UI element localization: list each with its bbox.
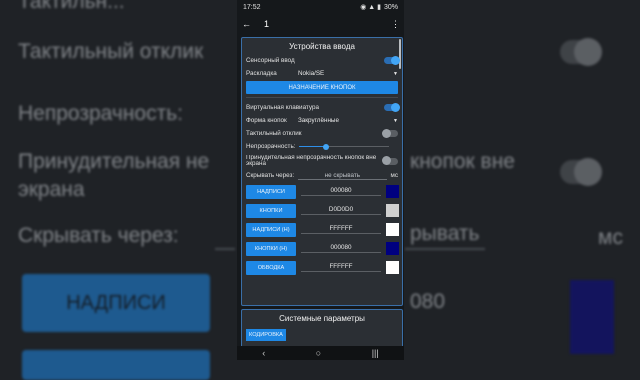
app-title: 1: [264, 19, 270, 29]
opacity-label: Непрозрачность:: [246, 143, 296, 150]
hide-input[interactable]: не скрывать: [298, 172, 387, 180]
color-list: НАДПИСИ 000080 КНОПКИ D0D0D0 НАДПИСИ (H)…: [242, 182, 402, 277]
assign-buttons-button[interactable]: НАЗНАЧЕНИЕ КНОПОК: [246, 81, 398, 94]
status-icons: ◉ ▲ ▮: [360, 4, 381, 11]
color-value-field[interactable]: FFFFFF: [301, 263, 381, 272]
nav-recents-icon[interactable]: |||: [372, 348, 379, 358]
dropdown-arrow-icon: ▼: [393, 70, 398, 77]
color-row: НАДПИСИ (H) FFFFFF: [242, 220, 402, 239]
opacity-slider[interactable]: [299, 143, 390, 150]
bg-hide-rest-text: рывать: [410, 222, 480, 245]
color-row: НАДПИСИ 000080: [242, 182, 402, 201]
system-panel-title: Системные параметры: [279, 314, 365, 323]
bg-toggle-2: [560, 158, 602, 186]
status-time: 17:52: [243, 3, 261, 11]
hide-unit: мс: [390, 172, 398, 179]
layout-row: Раскладка Nokia/SE ▼: [242, 67, 402, 80]
nav-bar: ‹ ○ |||: [237, 346, 404, 360]
color-swatch[interactable]: [386, 223, 399, 236]
slider-thumb[interactable]: [323, 143, 330, 150]
encoding-button[interactable]: КОДИРОВКА: [246, 329, 286, 341]
bg-tactile-text: Тактильный отклик: [18, 40, 204, 63]
phone-screen: 17:52 ◉ ▲ ▮ 30% ← 1 ⋮ Устройства ввода С…: [237, 0, 404, 360]
back-arrow-icon[interactable]: ←: [242, 19, 256, 29]
divider: [246, 97, 398, 98]
button-shape-row: Форма кнопок Закруглённые ▼: [242, 114, 402, 127]
bg-hide-text: Скрывать через:: [18, 224, 179, 247]
color-row: КНОПКИ D0D0D0: [242, 201, 402, 220]
dropdown-arrow-icon: ▼: [393, 117, 398, 124]
layout-select[interactable]: Nokia/SE ▼: [298, 70, 398, 77]
hide-label: Скрывать через:: [246, 172, 295, 179]
bg-forced-text: Принудительная не: [18, 150, 210, 173]
input-devices-panel: Устройства ввода Сенсорный ввод Раскладк…: [241, 37, 403, 306]
nav-home-icon[interactable]: ○: [316, 348, 321, 358]
status-bar: 17:52 ◉ ▲ ▮ 30%: [237, 0, 404, 14]
layout-value: Nokia/SE: [298, 70, 325, 77]
virtual-keyboard-row: Виртуальная клавиатура: [242, 101, 402, 114]
color-value-field[interactable]: FFFFFF: [301, 225, 381, 234]
bg-line-2: [405, 248, 485, 250]
bg-opacity-text: Непрозрачность:: [18, 102, 183, 125]
color-button[interactable]: КНОПКИ (H): [246, 241, 296, 256]
touch-input-row: Сенсорный ввод: [242, 54, 402, 67]
color-swatch[interactable]: [386, 204, 399, 217]
layout-label: Раскладка: [246, 70, 277, 77]
color-row: ОБВОДКА FFFFFF: [242, 258, 402, 277]
forced-opacity-label: Принудительная непрозрачность кнопок вне…: [246, 154, 377, 167]
virtual-keyboard-label: Виртуальная клавиатура: [246, 104, 319, 111]
bg-screen-text: экрана: [18, 178, 85, 201]
color-swatch[interactable]: [386, 242, 399, 255]
forced-opacity-toggle[interactable]: [382, 156, 398, 165]
bg-swatch: [570, 280, 614, 354]
touch-input-label: Сенсорный ввод: [246, 57, 295, 64]
opacity-row: Непрозрачность:: [242, 140, 402, 153]
bg-partial-text: Тактильн...: [18, 0, 125, 13]
color-button[interactable]: ОБВОДКА: [246, 260, 296, 275]
system-params-panel: Системные параметры КОДИРОВКА: [241, 309, 403, 351]
tactile-row: Тактильный отклик: [242, 127, 402, 140]
nav-back-icon[interactable]: ‹: [262, 348, 265, 358]
color-swatch[interactable]: [386, 261, 399, 274]
touch-input-toggle[interactable]: [384, 55, 400, 65]
color-button[interactable]: НАДПИСИ: [246, 184, 296, 199]
color-swatch[interactable]: [386, 185, 399, 198]
button-shape-value: Закруглённые: [298, 117, 339, 124]
bg-ms-text: мс: [598, 226, 623, 249]
panel-title: Устройства ввода: [289, 42, 355, 51]
scrollbar[interactable]: [399, 39, 401, 69]
bg-forced-rest-text: кнопок вне: [410, 150, 515, 173]
battery-level: 30%: [383, 3, 398, 11]
button-shape-label: Форма кнопок: [246, 117, 287, 124]
hide-row: Скрывать через: не скрывать мс: [242, 169, 402, 182]
bg-button-2: [22, 350, 210, 380]
color-value-field[interactable]: D0D0D0: [301, 206, 381, 215]
button-shape-select[interactable]: Закруглённые ▼: [298, 117, 398, 124]
overflow-menu-icon[interactable]: ⋮: [391, 19, 400, 30]
virtual-keyboard-toggle[interactable]: [384, 102, 400, 112]
slider-fill: [299, 146, 327, 147]
color-value-field[interactable]: 000080: [301, 244, 381, 253]
bg-toggle: [560, 38, 602, 66]
color-value-field[interactable]: 000080: [301, 187, 381, 196]
color-button[interactable]: НАДПИСИ (H): [246, 222, 296, 237]
bg-value-text: 080: [410, 290, 446, 313]
bg-captions-button: НАДПИСИ: [22, 274, 210, 332]
tactile-label: Тактильный отклик: [246, 130, 302, 137]
forced-opacity-row: Принудительная непрозрачность кнопок вне…: [242, 153, 402, 169]
bg-line: [215, 248, 235, 250]
top-app-bar: ← 1 ⋮: [237, 14, 404, 34]
color-button[interactable]: КНОПКИ: [246, 203, 296, 218]
tactile-toggle[interactable]: [382, 128, 398, 138]
color-row: КНОПКИ (H) 000080: [242, 239, 402, 258]
